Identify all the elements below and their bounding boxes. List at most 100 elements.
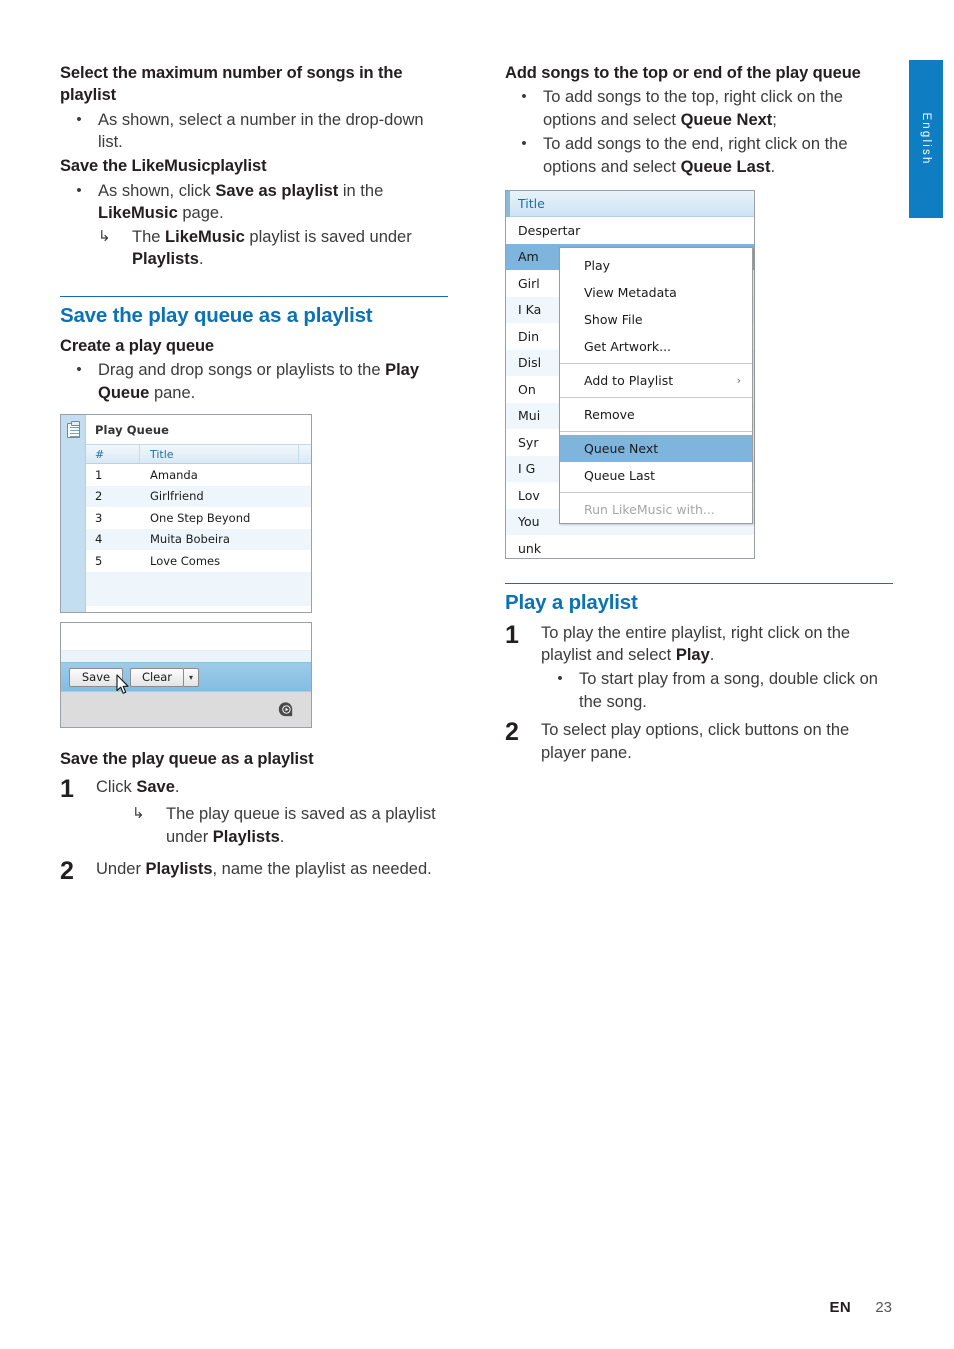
- table-row[interactable]: 5 Love Comes: [86, 550, 311, 572]
- menu-item-view-metadata[interactable]: View Metadata: [560, 279, 752, 306]
- table-row[interactable]: 3 One Step Beyond: [86, 507, 311, 529]
- philips-logo: [276, 700, 295, 719]
- toolbar-button-bar: Save Clear ▾: [61, 662, 311, 692]
- clear-button[interactable]: Clear: [130, 667, 184, 687]
- text-mid: playlist is saved under: [244, 227, 412, 246]
- row-number: 2: [95, 489, 103, 504]
- column-header-label: Title: [518, 196, 545, 212]
- play-queue-rows: 1 Amanda 2 Girlfriend 3 One Step Beyond: [86, 464, 311, 612]
- language-tab: English: [909, 60, 943, 218]
- menu-item-get-artwork[interactable]: Get Artwork...: [560, 333, 752, 360]
- text-bold-queue-last: Queue Last: [680, 157, 771, 176]
- column-header-title[interactable]: Title: [140, 445, 299, 464]
- page-footer: EN 23: [830, 1299, 893, 1316]
- step-1: 1 Click Save.: [60, 776, 450, 802]
- row-title: One Step Beyond: [150, 510, 251, 525]
- row-number: 4: [95, 532, 103, 547]
- list-column-header-title[interactable]: Title: [506, 191, 754, 218]
- menu-item-queue-next[interactable]: Queue Next: [560, 435, 752, 463]
- footer-language-code: EN: [829, 1299, 852, 1316]
- song-title: Syr: [518, 434, 539, 450]
- text-bold-play: Play: [675, 646, 710, 665]
- row-title: Amanda: [150, 467, 198, 482]
- result-text: The LikeMusic playlist is saved under Pl…: [132, 226, 450, 271]
- left-column: Select the maximum number of songs in th…: [60, 62, 450, 884]
- text-post: page.: [177, 204, 224, 223]
- menu-separator: [560, 397, 752, 399]
- menu-item-show-file[interactable]: Show File: [560, 306, 752, 333]
- list-item[interactable]: unk: [506, 535, 754, 562]
- step-number: 2: [505, 718, 519, 747]
- text-post: .: [174, 778, 180, 797]
- step-2: 2 Under Playlists, name the playlist as …: [60, 858, 450, 884]
- text-pre: Under: [96, 860, 146, 879]
- row-title: Muita Bobeira: [150, 532, 230, 547]
- menu-item-remove[interactable]: Remove: [560, 401, 752, 428]
- menu-item-queue-last[interactable]: Queue Last: [560, 462, 752, 489]
- song-title: unk: [518, 540, 542, 556]
- text-post: ;: [772, 110, 777, 129]
- subheading-create-play-queue: Create a play queue: [60, 337, 214, 356]
- bullet-text: To add songs to the top, right click on …: [543, 86, 895, 131]
- chevron-down-icon[interactable]: ▾: [184, 667, 199, 687]
- table-row[interactable]: 4 Muita Bobeira: [86, 528, 311, 551]
- clipboard-list-icon: [66, 421, 80, 439]
- arrow-marker: ↳: [132, 805, 145, 823]
- row-title: Love Comes: [150, 553, 221, 568]
- empty-rows-area: [86, 571, 311, 606]
- header-left-accent: [506, 191, 510, 218]
- menu-item-play[interactable]: Play: [560, 248, 752, 279]
- menu-item-label: Play: [584, 258, 611, 274]
- table-row[interactable]: 1 Amanda: [86, 464, 311, 486]
- bullet-marker: •: [557, 670, 563, 688]
- footer-page-number: 23: [875, 1299, 892, 1316]
- bullet-text: As shown, select a number in the drop-do…: [98, 110, 424, 151]
- step-text: To play the entire playlist, right click…: [541, 622, 895, 667]
- play-queue-column-headers: # Title: [86, 444, 311, 465]
- right-column: Add songs to the top or end of the play …: [505, 62, 895, 764]
- bullet-marker: •: [521, 135, 527, 153]
- menu-separator: [560, 431, 752, 433]
- menu-item-label: Queue Next: [584, 441, 659, 457]
- menu-item-add-to-playlist[interactable]: Add to Playlist ›: [560, 367, 752, 394]
- figure-context-menu: Title Despertar Am Girl I Ka Din Disl On…: [505, 190, 755, 562]
- bullet-queue-last: • To add songs to the end, right click o…: [505, 133, 895, 178]
- play-queue-side-strip: [61, 415, 86, 613]
- step-number: 1: [505, 620, 519, 649]
- column-header-number[interactable]: #: [86, 445, 140, 464]
- song-title: Despertar: [518, 222, 581, 238]
- row-number: 5: [95, 553, 103, 568]
- song-title: Lov: [518, 487, 540, 503]
- bullet-marker: •: [521, 88, 527, 106]
- context-menu-popup: Play View Metadata Show File Get Artwork…: [559, 247, 753, 525]
- text-post: , name the playlist as needed.: [212, 860, 432, 879]
- step-1-sub-bullet: • To start play from a song, double clic…: [505, 668, 895, 713]
- text-bold-save-as-playlist: Save as playlist: [215, 181, 339, 200]
- result-text: The play queue is saved as a playlist un…: [166, 803, 450, 848]
- step-number: 1: [60, 775, 74, 804]
- table-row[interactable]: 2 Girlfriend: [86, 485, 311, 508]
- arrow-marker: ↳: [98, 227, 111, 245]
- menu-separator: [560, 492, 752, 494]
- section-heading: Save the play queue as a playlist: [60, 304, 373, 328]
- row-number: 1: [95, 467, 103, 482]
- text-pre: The: [132, 227, 166, 246]
- step-number: 2: [60, 857, 74, 886]
- column-header-end: [299, 445, 311, 463]
- song-title: Disl: [518, 355, 542, 371]
- list-item[interactable]: Despertar: [506, 217, 754, 244]
- text-post: .: [770, 157, 776, 176]
- subheading-add-songs-top-or-end: Add songs to the top or end of the play …: [505, 64, 861, 82]
- bullet-text: As shown, click Save as playlist in the …: [98, 180, 450, 225]
- figure-play-queue-pane: Play Queue # Title 1 Amanda 2 Girlfriend…: [60, 414, 312, 614]
- song-title: I Ka: [518, 302, 542, 318]
- text-pre: As shown, click: [98, 181, 216, 200]
- bullet-text: Drag and drop songs or playlists to the …: [98, 359, 450, 404]
- language-tab-label: English: [920, 112, 932, 166]
- bullet-save-as-playlist: • As shown, click Save as playlist in th…: [60, 180, 450, 225]
- play-queue-title: Play Queue: [86, 415, 311, 445]
- song-title: Din: [518, 328, 540, 344]
- save-button[interactable]: Save: [69, 667, 123, 687]
- song-title: Am: [518, 249, 539, 265]
- bullet-drag-and-drop: • Drag and drop songs or playlists to th…: [60, 359, 450, 404]
